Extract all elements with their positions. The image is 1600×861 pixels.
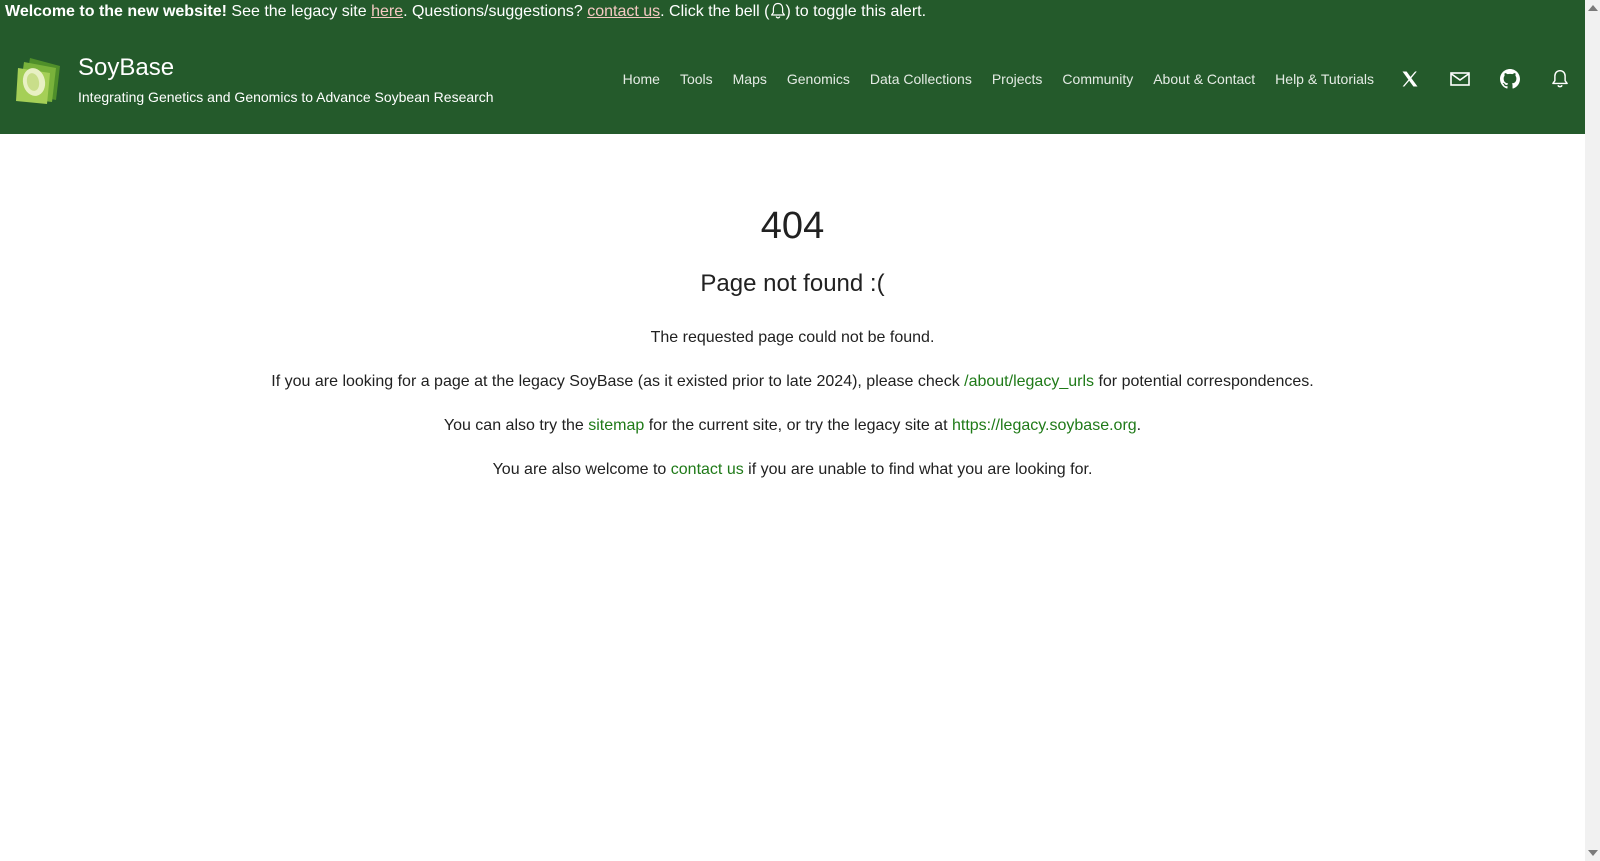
sitemap-text-pre: You can also try the — [443, 417, 589, 434]
nav-about-contact[interactable]: About & Contact — [1153, 70, 1255, 88]
page: Welcome to the new website! See the lega… — [0, 0, 1600, 861]
scroll-up-arrow-icon[interactable] — [1588, 5, 1598, 11]
alert-contact-link[interactable]: contact us — [587, 3, 660, 20]
main-nav: Home Tools Maps Genomics Data Collection… — [623, 70, 1374, 88]
alert-text-4: ) to toggle this alert. — [785, 3, 927, 20]
legacy-site-url-link[interactable]: https://legacy.soybase.org — [952, 417, 1137, 434]
contact-text-pre: You are also welcome to — [492, 461, 671, 478]
alert-text-3: . Click the bell ( — [660, 3, 770, 20]
soybean-logo[interactable] — [16, 54, 62, 104]
site-title[interactable]: SoyBase — [78, 54, 174, 82]
alert-text-2: . Questions/suggestions? — [403, 3, 588, 20]
sitemap-link[interactable]: sitemap — [588, 417, 644, 434]
sitemap-text-mid: for the current site, or try the legacy … — [644, 417, 952, 434]
legacy-text-post: for potential correspondences. — [1094, 373, 1314, 390]
github-icon[interactable] — [1499, 68, 1521, 90]
error-line-1: The requested page could not be found. — [650, 329, 935, 346]
bell-icon[interactable] — [1549, 68, 1571, 90]
contact-text-post: if you are unable to find what you are l… — [743, 461, 1093, 478]
legacy-site-link[interactable]: here — [371, 3, 403, 20]
nav-data-collections[interactable]: Data Collections — [870, 70, 972, 88]
site-subtitle: Integrating Genetics and Genomics to Adv… — [78, 89, 494, 105]
nav-tools[interactable]: Tools — [680, 70, 713, 88]
legacy-urls-paragraph: If you are looking for a page at the leg… — [0, 372, 1585, 392]
nav-help-tutorials[interactable]: Help & Tutorials — [1275, 70, 1374, 88]
bell-icon — [770, 2, 786, 20]
nav-home[interactable]: Home — [623, 70, 660, 88]
alert-text-1: See the legacy site — [226, 3, 372, 20]
nav-maps[interactable]: Maps — [733, 70, 767, 88]
contact-us-link[interactable]: contact us — [671, 461, 744, 478]
nav-projects[interactable]: Projects — [992, 70, 1043, 88]
sitemap-text-post: . — [1136, 417, 1142, 434]
site-header: Welcome to the new website! See the lega… — [0, 0, 1585, 134]
sitemap-paragraph: You can also try the sitemap for the cur… — [0, 416, 1585, 436]
scroll-down-arrow-icon[interactable] — [1588, 850, 1598, 856]
alert-bold-text: Welcome to the new website! — [5, 3, 227, 20]
error-code: 404 — [760, 205, 825, 247]
legacy-urls-link[interactable]: /about/legacy_urls — [964, 373, 1094, 390]
error-title: Page not found :( — [700, 270, 885, 297]
nav-community[interactable]: Community — [1062, 70, 1133, 88]
error-message: The requested page could not be found. — [0, 328, 1585, 348]
contact-paragraph: You are also welcome to contact us if yo… — [0, 460, 1585, 480]
mail-icon[interactable] — [1449, 68, 1471, 90]
welcome-alert: Welcome to the new website! See the lega… — [5, 0, 926, 24]
legacy-text-pre: If you are looking for a page at the leg… — [271, 373, 965, 390]
nav-genomics[interactable]: Genomics — [787, 70, 850, 88]
vertical-scrollbar[interactable] — [1585, 0, 1600, 861]
x-twitter-icon[interactable] — [1399, 68, 1421, 90]
